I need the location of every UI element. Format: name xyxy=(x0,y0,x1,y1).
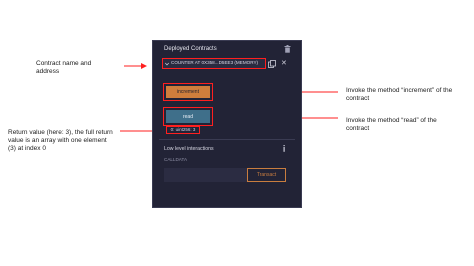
low-level-interactions-title: Low level interactions xyxy=(164,146,214,152)
contract-instance-label: COUNTER AT 0X358...D5EE3 (MEMORY) xyxy=(171,60,259,65)
chevron-down-icon[interactable] xyxy=(165,62,169,66)
divider xyxy=(159,139,295,140)
read-button-frame: read xyxy=(163,107,213,126)
contract-instance-row[interactable]: COUNTER AT 0X358...D5EE3 (MEMORY) xyxy=(162,58,266,69)
increment-button-frame: increment xyxy=(163,83,213,101)
calldata-label: CALLDATA xyxy=(164,157,188,162)
read-button[interactable]: read xyxy=(166,110,210,123)
calldata-input[interactable] xyxy=(164,168,248,182)
return-value: 0: uint256: 3 xyxy=(166,126,200,134)
deployed-contracts-panel: Deployed Contracts COUNTER AT 0X358...D5… xyxy=(152,40,302,208)
info-icon[interactable] xyxy=(281,145,287,152)
copy-icon[interactable] xyxy=(268,60,276,68)
transact-button[interactable]: Transact xyxy=(247,168,286,182)
panel-title: Deployed Contracts xyxy=(164,46,217,52)
increment-button[interactable]: increment xyxy=(166,86,210,98)
close-icon[interactable]: ✕ xyxy=(281,59,287,68)
trash-icon[interactable] xyxy=(284,45,291,53)
